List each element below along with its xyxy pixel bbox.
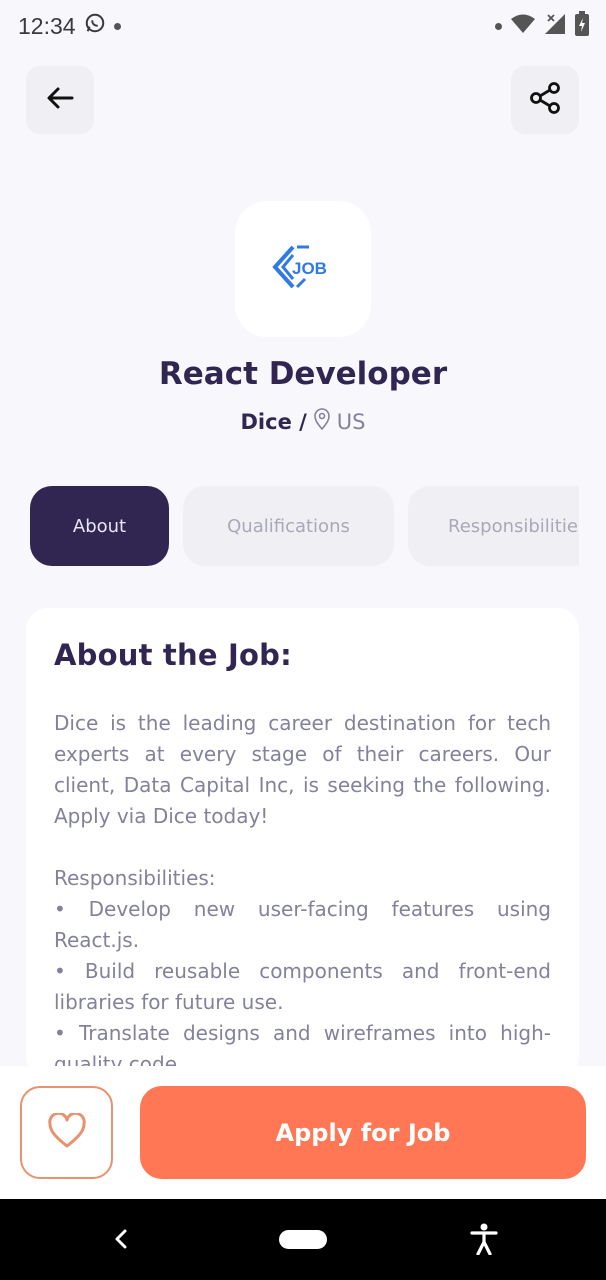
- logo-text: JOB: [292, 259, 327, 278]
- status-left: 12:34: [18, 12, 121, 40]
- company-name: Dice /: [240, 409, 307, 434]
- about-paragraph: Dice is the leading career destination f…: [54, 711, 551, 828]
- whatsapp-icon: [84, 12, 106, 40]
- nav-home-pill[interactable]: [279, 1230, 327, 1249]
- about-card: About the Job: Dice is the leading caree…: [26, 608, 579, 1078]
- back-button[interactable]: [26, 66, 94, 134]
- job-title: React Developer: [158, 356, 448, 392]
- accessibility-icon[interactable]: [470, 1223, 498, 1259]
- job-logo-icon: JOB: [272, 245, 327, 289]
- nav-back-icon[interactable]: [108, 1225, 134, 1257]
- arrow-left-icon: [44, 82, 76, 118]
- tab-responsibilities[interactable]: Responsibilities: [408, 486, 579, 566]
- status-dot-icon: [495, 22, 502, 30]
- share-button[interactable]: [511, 66, 579, 134]
- bullet-item: • Build reusable components and front-en…: [54, 959, 551, 1014]
- favorite-button[interactable]: [20, 1086, 113, 1179]
- signal-icon: [544, 13, 566, 39]
- job-location: US: [336, 409, 366, 434]
- notification-dot-icon: [113, 22, 121, 30]
- share-icon: [528, 81, 562, 119]
- company-logo: JOB: [235, 201, 371, 337]
- footer: Apply for Job: [0, 1066, 606, 1199]
- tab-bar: About Qualifications Responsibilities: [30, 486, 579, 566]
- bullet-item: • Develop new user-facing features using…: [54, 897, 551, 952]
- status-time: 12:34: [18, 12, 76, 39]
- battery-charging-icon: [574, 11, 590, 41]
- wifi-icon: [510, 13, 536, 39]
- responsibilities-section: Responsibilities: • Develop new user-fac…: [54, 863, 551, 1078]
- status-bar: 12:34: [0, 0, 606, 52]
- tab-qualifications[interactable]: Qualifications: [183, 486, 394, 566]
- responsibilities-title: Responsibilities:: [54, 866, 216, 890]
- apply-button[interactable]: Apply for Job: [140, 1086, 586, 1179]
- location-pin-icon: [313, 408, 331, 435]
- system-nav-bar: [0, 1199, 606, 1280]
- tab-about[interactable]: About: [30, 486, 169, 566]
- company-location-row: Dice / US: [0, 408, 606, 435]
- heart-icon: [47, 1111, 86, 1153]
- about-heading: About the Job:: [54, 638, 292, 672]
- status-right: [495, 11, 590, 41]
